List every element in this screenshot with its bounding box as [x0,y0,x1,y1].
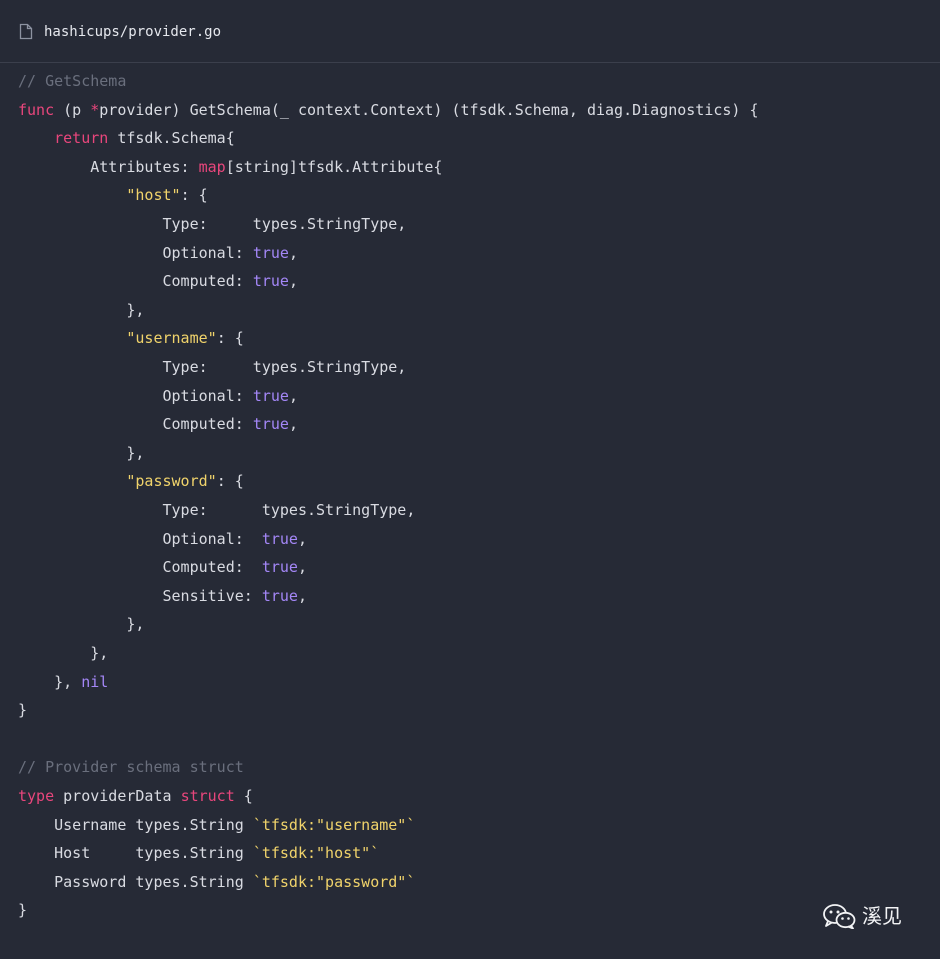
code-line: } [18,696,27,724]
code-line: func (p *provider) GetSchema(_ context.C… [18,96,759,124]
code-token-bool: true [261,558,298,577]
code-line: type providerData struct { [18,782,253,810]
code-token-plain: } [18,901,28,920]
code-token-plain: , [297,558,307,577]
code-line: Computed: true, [18,410,298,438]
code-token-plain: Attributes: [18,157,199,176]
watermark: 溪见 [822,903,902,929]
code-token-plain: Type: types.StringType, [18,215,407,233]
code-line: Type: types.StringType, [18,210,406,238]
code-token-plain: Host types.String [18,844,253,863]
code-line: Computed: true, [18,553,307,581]
code-token-plain: Computed: [18,558,262,577]
code-token-bool: true [252,386,289,405]
code-token-plain: Username types.String [18,815,253,834]
code-token-bool: nil [81,672,109,691]
code-line: Optional: true, [18,239,298,267]
code-token-kw: struct [180,787,235,805]
code-token-bool: true [252,243,289,262]
file-icon [19,23,33,40]
code-token-plain: (p [54,100,91,119]
code-line: }, [18,296,144,324]
code-token-plain: , [297,586,307,605]
code-token-plain: : { [216,329,244,348]
code-line: Type: types.StringType, [18,353,406,381]
code-line: }, [18,610,144,638]
wechat-icon [823,904,856,929]
code-token-str: `tfsdk:"host"` [252,844,380,863]
code-line: Attributes: map[string]tfsdk.Attribute{ [18,153,442,181]
code-line: Sensitive: true, [18,582,307,610]
code-line: Username types.String `tfsdk:"username"` [18,811,415,839]
code-token-plain: Sensitive: [18,586,262,605]
code-token-plain: Optional: [18,529,262,548]
code-line: "password": { [18,467,244,495]
code-line: // GetSchema [18,67,126,95]
code-line: }, nil [18,668,108,696]
code-token-plain: Optional: [18,243,253,262]
code-token-plain: { [234,787,253,805]
code-token-plain: [string]tfsdk.Attribute{ [225,157,443,176]
code-line: }, [18,639,108,667]
file-name: hashicups/provider.go [44,24,222,40]
code-token-comment: // Provider schema struct [18,758,244,777]
code-token-comment: // GetSchema [18,72,127,90]
code-token-str: "password" [126,472,217,491]
code-line: Host types.String `tfsdk:"host"` [18,839,379,867]
code-token-plain: }, [18,672,82,691]
code-token-plain: } [18,701,28,720]
watermark-text: 溪见 [862,904,902,928]
code-token-kw: * [90,100,100,119]
code-token-plain: tfsdk.Schema{ [108,129,235,148]
code-token-plain: , [288,243,298,262]
code-token-plain: , [297,529,307,548]
code-line: "username": { [18,324,244,352]
code-token-plain: : { [180,186,208,205]
code-token-bool: true [261,529,298,548]
code-token-plain: }, [18,300,145,319]
code-token-str: "username" [126,329,217,348]
code-token-plain: Computed: [18,272,253,291]
code-token-plain: }, [18,443,145,462]
code-line: Password types.String `tfsdk:"password"` [18,868,415,896]
code-line: }, [18,439,144,467]
code-token-kw: func [18,100,55,119]
code-token-plain: : { [216,472,244,491]
code-token-kw: return [54,129,109,148]
code-line: } [18,896,27,924]
code-token-plain: Type: types.StringType, [18,358,407,376]
code-token-kw: map [198,157,226,176]
code-line: Optional: true, [18,525,307,553]
code-token-plain: , [288,386,298,405]
code-token-str: `tfsdk:"password"` [252,872,416,891]
code-line: // Provider schema struct [18,753,244,781]
code-line: "host": { [18,181,208,209]
code-token-bool: true [261,586,298,605]
code-token-bool: true [252,415,289,434]
code-line: Optional: true, [18,382,298,410]
code-token-plain: providerData [54,787,181,805]
code-token-bool: true [252,272,289,291]
code-token-plain: Type: types.StringType, [18,501,416,519]
code-token-plain: , [288,272,298,291]
code-token-kw: type [18,787,55,805]
code-token-plain: provider) GetSchema(_ context.Context) (… [99,100,759,119]
code-token-plain: Optional: [18,386,253,405]
code-token-plain: , [288,415,298,434]
file-header: hashicups/provider.go [0,0,940,63]
code-token-plain: Computed: [18,415,253,434]
code-token-str: "host" [126,186,181,205]
code-token-str: `tfsdk:"username"` [252,815,416,834]
code-token-plain: }, [18,644,109,662]
code-line: Type: types.StringType, [18,496,415,524]
code-line: return tfsdk.Schema{ [18,124,235,152]
code-token-plain: }, [18,615,145,634]
code-token-plain: Password types.String [18,872,253,891]
code-line: Computed: true, [18,267,298,295]
